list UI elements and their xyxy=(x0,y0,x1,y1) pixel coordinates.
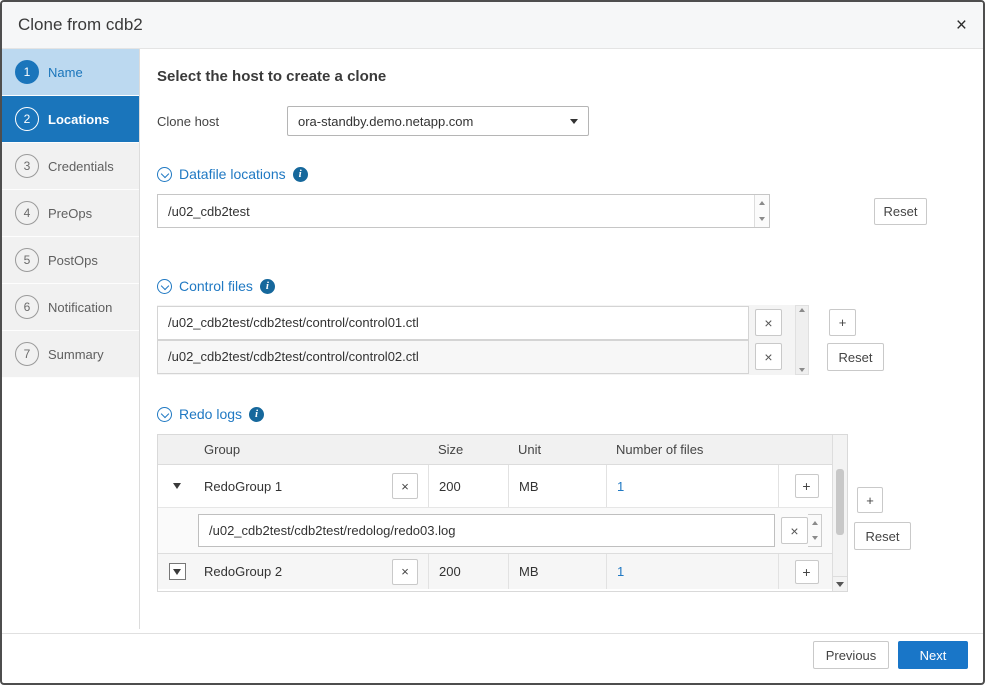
step-label: Name xyxy=(48,65,83,80)
remove-control-file-button[interactable]: × xyxy=(755,309,782,336)
remove-redo-log-button[interactable]: × xyxy=(781,517,808,544)
column-header-size: Size xyxy=(428,442,508,457)
page-title: Select the host to create a clone xyxy=(157,68,386,85)
redo-log-path-input[interactable]: /u02_cdb2test/cdb2test/redolog/redo03.lo… xyxy=(198,514,775,547)
collapse-icon[interactable] xyxy=(157,279,172,294)
spinner xyxy=(808,514,822,547)
table-header-row: Group Size Unit Number of files xyxy=(158,435,834,465)
control-files-scrollbar[interactable] xyxy=(795,305,809,375)
datafile-reset-button[interactable]: Reset xyxy=(874,198,927,225)
step-name[interactable]: 1 Name xyxy=(2,49,139,96)
spinner-down-icon[interactable] xyxy=(755,211,769,227)
redo-unit-cell[interactable]: MB xyxy=(508,554,606,589)
redo-log-detail-row: /u02_cdb2test/cdb2test/redolog/redo03.lo… xyxy=(158,507,834,553)
step-summary[interactable]: 7 Summary xyxy=(2,331,139,378)
section-datafile-locations: Datafile locations xyxy=(157,166,308,182)
step-notification[interactable]: 6 Notification xyxy=(2,284,139,331)
step-credentials[interactable]: 3 Credentials xyxy=(2,143,139,190)
section-title: Datafile locations xyxy=(179,166,286,182)
spinner xyxy=(754,195,769,227)
dialog-title: Clone from cdb2 xyxy=(18,15,143,35)
spinner-down-icon[interactable] xyxy=(808,531,821,547)
column-header-number-of-files: Number of files xyxy=(606,442,778,457)
step-number: 5 xyxy=(15,248,39,272)
step-number: 6 xyxy=(15,295,39,319)
redo-group-row: RedoGroup 1 × 200 MB 1 + xyxy=(158,465,834,507)
expand-row-icon[interactable] xyxy=(169,563,186,580)
redo-files-count[interactable]: 1 xyxy=(617,564,624,579)
control-file-row: /u02_cdb2test/cdb2test/control/control02… xyxy=(157,339,782,374)
previous-button[interactable]: Previous xyxy=(813,641,889,669)
spinner-up-icon[interactable] xyxy=(808,515,821,531)
scroll-down-icon[interactable] xyxy=(799,368,805,372)
control-files-reset-button[interactable]: Reset xyxy=(827,343,884,371)
info-icon[interactable] xyxy=(249,407,264,422)
step-number: 1 xyxy=(15,60,39,84)
scroll-up-icon[interactable] xyxy=(799,308,805,312)
add-redo-group-button[interactable]: + xyxy=(857,487,883,513)
step-label: PostOps xyxy=(48,253,98,268)
redo-size-cell[interactable]: 200 xyxy=(428,554,508,589)
step-label: PreOps xyxy=(48,206,92,221)
control-file-row: /u02_cdb2test/cdb2test/control/control01… xyxy=(157,305,782,340)
control-file-path-input[interactable]: /u02_cdb2test/cdb2test/control/control01… xyxy=(157,306,749,340)
datafile-location-input[interactable]: /u02_cdb2test xyxy=(157,194,770,228)
redo-group-name: RedoGroup 1 xyxy=(204,479,282,494)
control-files-list: /u02_cdb2test/cdb2test/control/control01… xyxy=(157,305,809,375)
redo-unit-cell[interactable]: MB xyxy=(508,465,606,507)
footer-divider xyxy=(2,633,983,634)
control-file-path-input[interactable]: /u02_cdb2test/cdb2test/control/control02… xyxy=(157,340,749,374)
redo-logs-table: Group Size Unit Number of files RedoGrou… xyxy=(157,434,848,592)
step-label: Credentials xyxy=(48,159,114,174)
section-redo-logs: Redo logs xyxy=(157,406,264,422)
datafile-location-value: /u02_cdb2test xyxy=(168,204,250,219)
section-control-files: Control files xyxy=(157,278,275,294)
add-control-file-button[interactable]: + xyxy=(829,309,856,336)
scroll-down-icon[interactable] xyxy=(833,576,847,591)
collapse-row-icon[interactable] xyxy=(173,483,181,489)
info-icon[interactable] xyxy=(260,279,275,294)
step-preops[interactable]: 4 PreOps xyxy=(2,190,139,237)
step-locations[interactable]: 2 Locations xyxy=(2,96,139,143)
step-label: Locations xyxy=(48,112,109,127)
redo-group-name: RedoGroup 2 xyxy=(204,564,282,579)
section-title: Control files xyxy=(179,278,253,294)
step-number: 2 xyxy=(15,107,39,131)
clone-host-value: ora-standby.demo.netapp.com xyxy=(298,114,473,129)
redo-logs-reset-button[interactable]: Reset xyxy=(854,522,911,550)
redo-table-scrollbar[interactable] xyxy=(832,435,847,591)
step-label: Notification xyxy=(48,300,112,315)
remove-redo-group-button[interactable]: × xyxy=(392,559,418,585)
collapse-icon[interactable] xyxy=(157,167,172,182)
clone-dialog: Clone from cdb2 × 1 Name 2 Locations 3 C… xyxy=(0,0,985,685)
scrollbar-thumb[interactable] xyxy=(836,469,844,535)
add-redo-log-button[interactable]: + xyxy=(795,474,819,498)
collapse-icon[interactable] xyxy=(157,407,172,422)
step-label: Summary xyxy=(48,347,104,362)
redo-group-row: RedoGroup 2 × 200 MB 1 + xyxy=(158,553,834,589)
step-number: 3 xyxy=(15,154,39,178)
next-button[interactable]: Next xyxy=(898,641,968,669)
clone-host-select[interactable]: ora-standby.demo.netapp.com xyxy=(287,106,589,136)
column-header-unit: Unit xyxy=(508,442,606,457)
step-number: 4 xyxy=(15,201,39,225)
column-header-group: Group xyxy=(196,442,428,457)
dialog-header: Clone from cdb2 × xyxy=(2,2,983,49)
remove-redo-group-button[interactable]: × xyxy=(392,473,418,499)
spinner-up-icon[interactable] xyxy=(755,195,769,211)
info-icon[interactable] xyxy=(293,167,308,182)
chevron-down-icon xyxy=(570,119,578,124)
add-redo-log-button[interactable]: + xyxy=(795,560,819,584)
step-number: 7 xyxy=(15,342,39,366)
step-postops[interactable]: 5 PostOps xyxy=(2,237,139,284)
redo-files-count[interactable]: 1 xyxy=(617,479,624,494)
clone-host-label: Clone host xyxy=(157,114,219,129)
redo-size-cell[interactable]: 200 xyxy=(428,465,508,507)
close-icon[interactable]: × xyxy=(956,16,967,35)
remove-control-file-button[interactable]: × xyxy=(755,343,782,370)
wizard-steps: 1 Name 2 Locations 3 Credentials 4 PreOp… xyxy=(2,49,140,629)
section-title: Redo logs xyxy=(179,406,242,422)
